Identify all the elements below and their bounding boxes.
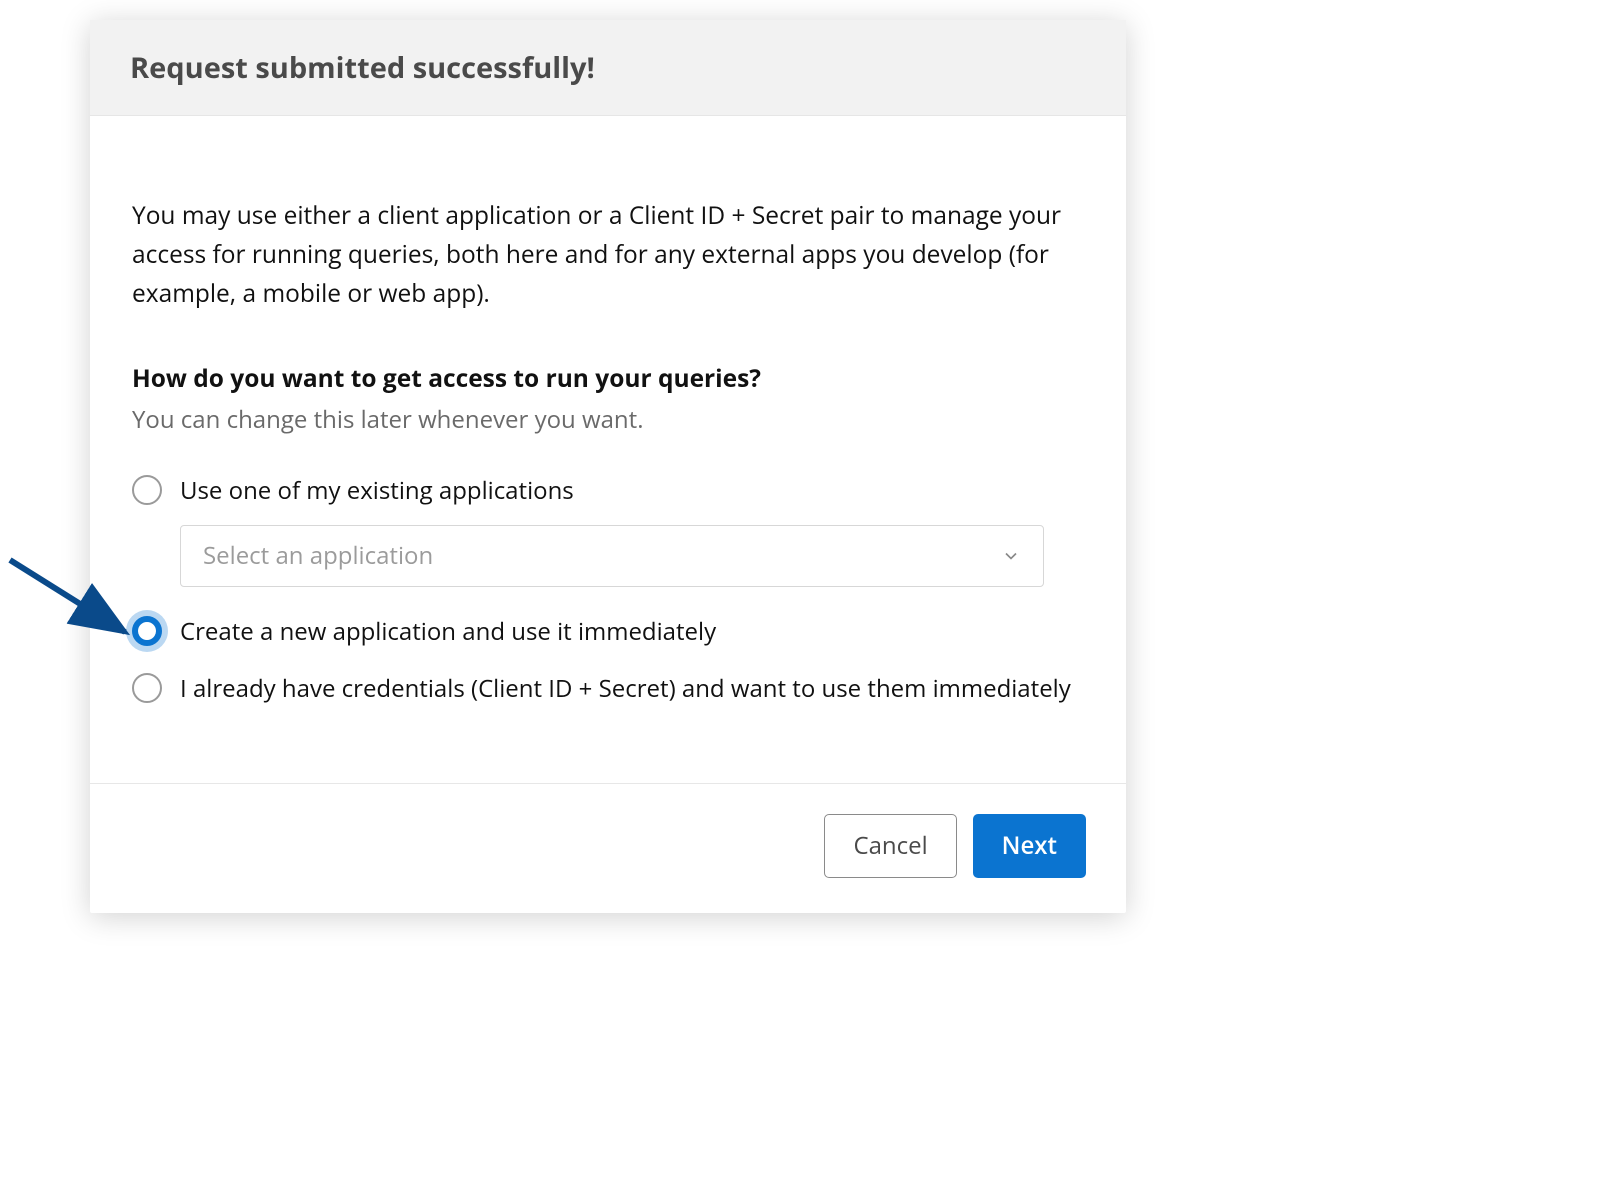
existing-app-select[interactable]: Select an application xyxy=(180,525,1044,587)
radio-existing-app[interactable] xyxy=(132,475,162,505)
access-question: How do you want to get access to run you… xyxy=(132,362,1084,395)
option-existing-app[interactable]: Use one of my existing applications xyxy=(132,474,1084,507)
dialog-body: You may use either a client application … xyxy=(90,116,1126,783)
confirmation-dialog: Request submitted successfully! You may … xyxy=(90,20,1126,913)
radio-have-credentials[interactable] xyxy=(132,673,162,703)
cancel-button[interactable]: Cancel xyxy=(824,814,956,878)
radio-create-app[interactable] xyxy=(132,616,162,646)
intro-text: You may use either a client application … xyxy=(132,196,1084,314)
existing-app-select-wrap: Select an application xyxy=(180,525,1084,587)
option-label: I already have credentials (Client ID + … xyxy=(180,672,1071,705)
dialog-header: Request submitted successfully! xyxy=(90,20,1126,116)
access-hint: You can change this later whenever you w… xyxy=(132,403,1084,436)
option-label: Create a new application and use it imme… xyxy=(180,615,716,648)
option-create-app[interactable]: Create a new application and use it imme… xyxy=(132,615,1084,648)
access-options: Use one of my existing applications Sele… xyxy=(132,474,1084,705)
dialog-footer: Cancel Next xyxy=(90,783,1126,913)
select-placeholder: Select an application xyxy=(203,539,433,572)
option-label: Use one of my existing applications xyxy=(180,474,574,507)
next-button[interactable]: Next xyxy=(973,814,1086,878)
dialog-title: Request submitted successfully! xyxy=(130,48,1086,87)
option-have-credentials[interactable]: I already have credentials (Client ID + … xyxy=(132,672,1084,705)
chevron-down-icon xyxy=(1001,546,1021,566)
